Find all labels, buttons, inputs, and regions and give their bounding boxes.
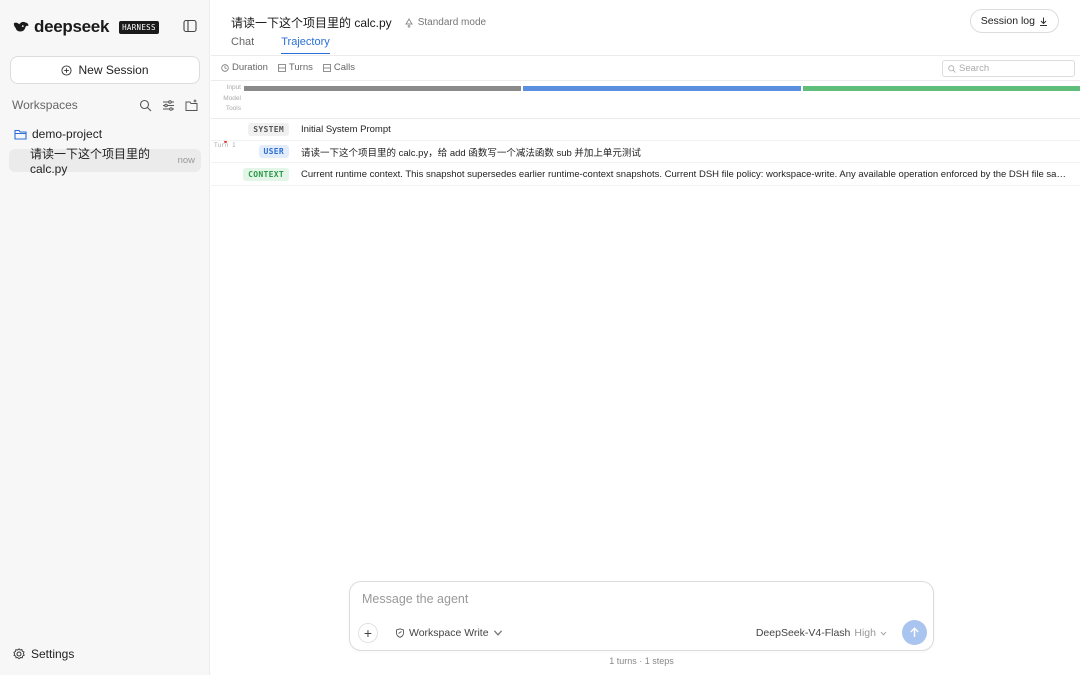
header-divider — [211, 55, 1080, 56]
timeline-segment-system[interactable] — [244, 86, 522, 91]
step-tag-user: USER — [258, 145, 289, 158]
message-input[interactable] — [362, 592, 902, 606]
list-box-icon — [322, 63, 331, 72]
duration-toggle[interactable]: Duration — [221, 62, 268, 73]
new-session-label: New Session — [78, 63, 149, 77]
brand[interactable]: deepseek HARNESS — [12, 17, 159, 37]
chevron-down-icon — [493, 630, 502, 636]
step-tag-context: CONTEXT — [243, 168, 289, 181]
effort-level: High — [854, 627, 876, 639]
lane-label-tools: Tools — [225, 105, 241, 112]
tab-trajectory[interactable]: Trajectory — [281, 36, 330, 54]
workspace-item-demo-project[interactable]: demo-project — [14, 127, 102, 141]
permission-label: Workspace Write — [409, 627, 489, 639]
search-icon[interactable] — [139, 99, 152, 112]
view-tabs: Chat Trajectory — [231, 36, 330, 54]
mode-indicator: Standard mode — [404, 17, 486, 28]
step-content: 请读一下这个项目里的 calc.py，给 add 函数写一个减法函数 sub 并… — [301, 147, 641, 159]
send-button[interactable] — [902, 620, 927, 645]
workspaces-title: Workspaces — [12, 98, 78, 112]
deepseek-whale-icon — [12, 18, 30, 36]
step-row[interactable]: USER 请读一下这个项目里的 calc.py，给 add 函数写一个减法函数 … — [211, 141, 1080, 163]
project-name: demo-project — [32, 127, 103, 141]
session-item[interactable]: 请读一下这个项目里的 calc.py now — [9, 147, 201, 176]
title-row: 请读一下这个项目里的 calc.py Standard mode — [231, 14, 486, 31]
step-content: Current runtime context. This snapshot s… — [301, 169, 1069, 180]
plus-circle-icon — [61, 64, 73, 76]
duration-label: Duration — [232, 62, 268, 73]
clock-icon — [221, 63, 229, 72]
lane-labels: Input Model Tools — [211, 83, 241, 115]
toolbar-divider — [211, 80, 1080, 81]
list-box-icon — [278, 63, 286, 72]
trajectory-search[interactable] — [942, 60, 1075, 77]
timeline-bar — [244, 86, 1080, 91]
tab-chat[interactable]: Chat — [231, 36, 254, 54]
settings-button[interactable]: Settings — [13, 647, 74, 661]
step-row[interactable]: CONTEXT Current runtime context. This sn… — [211, 164, 1080, 186]
calls-label: Calls — [333, 62, 355, 73]
toggle-sidebar-icon[interactable] — [183, 19, 197, 33]
filter-icon[interactable] — [162, 99, 175, 112]
search-icon — [948, 64, 956, 73]
trajectory-toolbar: Duration Turns Calls — [221, 62, 355, 73]
page-title: 请读一下这个项目里的 calc.py — [231, 16, 392, 30]
permission-dropdown[interactable]: Workspace Write — [395, 627, 503, 639]
turns-label: Turns — [288, 62, 313, 73]
timeline-segment-user[interactable] — [523, 86, 801, 91]
new-folder-icon[interactable] — [185, 99, 198, 112]
trajectory-status: 1 turns · 1 steps — [609, 656, 674, 666]
download-icon — [1040, 17, 1047, 26]
add-attachment-button[interactable]: + — [358, 623, 378, 643]
lane-label-model: Model — [223, 94, 241, 102]
step-row[interactable]: SYSTEM Initial System Prompt — [211, 119, 1080, 141]
search-input[interactable] — [959, 63, 1069, 74]
calls-toggle[interactable]: Calls — [322, 62, 355, 73]
model-name: DeepSeek-V4-Flash — [755, 627, 851, 639]
main-panel: 请读一下这个项目里的 calc.py Standard mode Session… — [211, 0, 1080, 675]
recycle-icon — [404, 17, 413, 28]
lane-label-input: Input — [226, 84, 241, 91]
message-composer: + Workspace Write DeepSeek-V4-Flash High — [349, 581, 934, 651]
new-session-button[interactable]: New Session — [10, 56, 200, 84]
session-time: now — [177, 155, 195, 166]
step-content: Initial System Prompt — [301, 124, 391, 135]
session-log-button[interactable]: Session log — [969, 9, 1059, 33]
shield-edit-icon — [396, 628, 404, 638]
chevron-down-icon — [880, 631, 887, 635]
arrow-up-icon — [910, 627, 919, 637]
turns-toggle[interactable]: Turns — [278, 62, 313, 73]
model-dropdown[interactable]: DeepSeek-V4-Flash High — [756, 627, 887, 639]
session-log-label: Session log — [980, 15, 1035, 27]
timeline-segment-context[interactable] — [802, 86, 1080, 91]
gear-icon — [13, 648, 25, 660]
session-title: 请读一下这个项目里的 calc.py — [30, 147, 151, 176]
mode-label: Standard mode — [417, 17, 487, 28]
harness-badge: HARNESS — [119, 20, 159, 34]
step-tag-system: SYSTEM — [248, 123, 289, 136]
brand-name: deepseek — [34, 17, 110, 36]
sidebar: deepseek HARNESS New Session Workspaces … — [0, 0, 210, 675]
workspaces-header: Workspaces — [12, 98, 198, 112]
folder-icon — [14, 129, 27, 140]
settings-label: Settings — [31, 647, 75, 661]
